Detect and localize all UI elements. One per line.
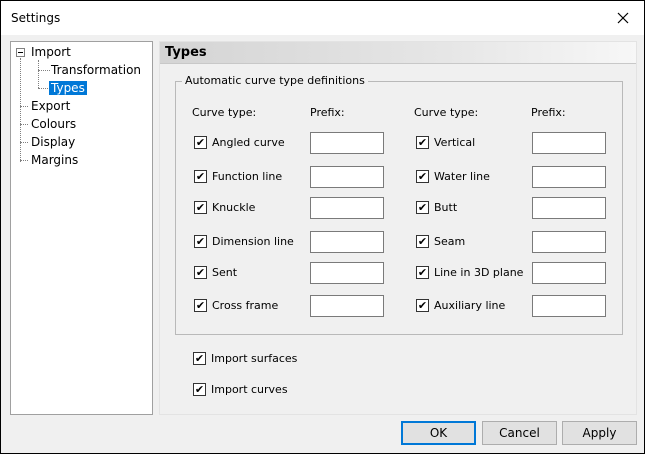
checkbox-label: Butt bbox=[434, 201, 458, 214]
curve-row: ✔ Butt bbox=[176, 197, 622, 219]
prefix-input-seam[interactable] bbox=[532, 231, 606, 253]
curve-row: ✔ Seam bbox=[176, 231, 622, 253]
checkbox-line-in-3d-plane[interactable]: ✔ bbox=[416, 266, 429, 279]
group-label: Automatic curve type definitions bbox=[182, 74, 368, 87]
prefix-input-vertical[interactable] bbox=[532, 132, 606, 154]
checkbox-label: Water line bbox=[434, 170, 490, 183]
curve-row: ✔ Line in 3D plane bbox=[176, 262, 622, 284]
types-panel: Types Automatic curve type definitions C… bbox=[159, 41, 637, 415]
checkbox-import-surfaces[interactable]: ✔ bbox=[193, 352, 206, 365]
checkbox-label: Vertical bbox=[434, 136, 476, 149]
right-prefix-header: Prefix: bbox=[531, 106, 566, 119]
window-title: Settings bbox=[11, 11, 61, 25]
checkbox-seam[interactable]: ✔ bbox=[416, 235, 429, 248]
tree-connector bbox=[20, 142, 28, 143]
tree-connector bbox=[38, 70, 50, 71]
checkbox-auxiliary-line[interactable]: ✔ bbox=[416, 299, 429, 312]
settings-dialog: Settings Import Transformation Types Exp… bbox=[0, 0, 645, 454]
title-bar: Settings bbox=[1, 1, 644, 35]
curve-type-group: Automatic curve type definitions Curve t… bbox=[175, 74, 623, 335]
curve-row: ✔ Water line bbox=[176, 166, 622, 188]
tree-connector bbox=[20, 160, 28, 161]
left-prefix-header: Prefix: bbox=[310, 106, 345, 119]
close-icon bbox=[617, 12, 629, 24]
prefix-input-butt[interactable] bbox=[532, 197, 606, 219]
tree-item-colours[interactable]: Colours bbox=[31, 117, 76, 131]
prefix-input-line-in-3d-plane[interactable] bbox=[532, 262, 606, 284]
curve-row: ✔ Auxiliary line bbox=[176, 295, 622, 317]
tree-connector bbox=[20, 58, 21, 162]
collapse-icon[interactable] bbox=[16, 48, 25, 57]
settings-tree: Import Transformation Types Export Colou… bbox=[10, 41, 153, 415]
panel-title: Types bbox=[165, 45, 207, 60]
checkbox-label: Line in 3D plane bbox=[434, 266, 524, 279]
prefix-input-auxiliary-line[interactable] bbox=[532, 295, 606, 317]
left-curve-type-header: Curve type: bbox=[192, 106, 257, 119]
import-surfaces-label: Import surfaces bbox=[211, 352, 298, 365]
tree-connector bbox=[20, 124, 28, 125]
import-curves-label: Import curves bbox=[211, 383, 288, 396]
tree-connector bbox=[38, 60, 39, 88]
cancel-button[interactable]: Cancel bbox=[482, 421, 557, 445]
tree-item-transformation[interactable]: Transformation bbox=[51, 63, 141, 77]
apply-button[interactable]: Apply bbox=[562, 421, 637, 445]
tree-item-import[interactable]: Import bbox=[31, 45, 71, 59]
checkbox-butt[interactable]: ✔ bbox=[416, 201, 429, 214]
checkbox-vertical[interactable]: ✔ bbox=[416, 136, 429, 149]
checkbox-label: Auxiliary line bbox=[434, 299, 506, 312]
close-button[interactable] bbox=[608, 4, 638, 32]
ok-button[interactable]: OK bbox=[401, 421, 476, 445]
checkbox-import-curves[interactable]: ✔ bbox=[193, 383, 206, 396]
tree-item-margins[interactable]: Margins bbox=[31, 153, 78, 167]
panel-header: Types bbox=[160, 42, 636, 64]
right-curve-type-header: Curve type: bbox=[414, 106, 479, 119]
checkbox-label: Seam bbox=[434, 235, 466, 248]
tree-connector bbox=[20, 106, 28, 107]
prefix-input-water-line[interactable] bbox=[532, 166, 606, 188]
tree-item-export[interactable]: Export bbox=[31, 99, 70, 113]
tree-item-types[interactable]: Types bbox=[49, 81, 87, 95]
tree-item-display[interactable]: Display bbox=[31, 135, 75, 149]
curve-row: ✔ Vertical bbox=[176, 132, 622, 154]
checkbox-water-line[interactable]: ✔ bbox=[416, 170, 429, 183]
